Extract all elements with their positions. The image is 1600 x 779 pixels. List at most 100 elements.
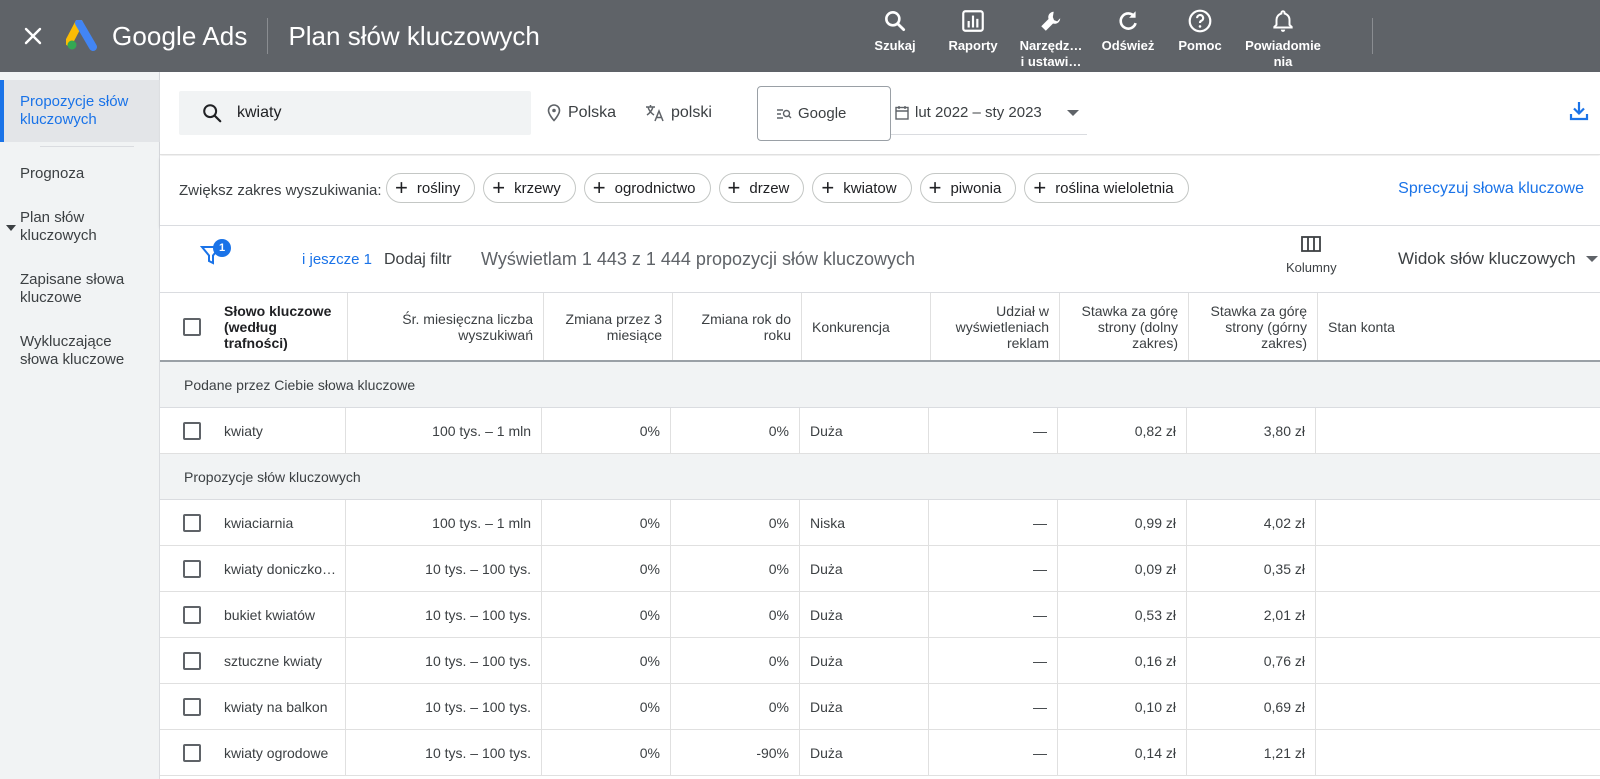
select-all-checkbox[interactable]: [183, 317, 201, 336]
keyword-cell[interactable]: kwiaty ogrodowe: [222, 730, 346, 775]
row-checkbox[interactable]: [183, 559, 201, 578]
account-status-cell: [1316, 684, 1580, 729]
reports-button-label: Raporty: [948, 38, 998, 53]
row-checkbox[interactable]: [183, 697, 201, 716]
view-selector[interactable]: Widok słów kluczowych: [1398, 249, 1598, 269]
yoy-change-cell: 0%: [671, 546, 800, 591]
row-select-cell: [160, 730, 222, 775]
notifications-button[interactable]: Powiadomie nia: [1240, 0, 1326, 72]
sidebar-item-label: Prognoza: [20, 165, 85, 182]
sidebar-item-keyword-ideas[interactable]: Propozycje słów kluczowych: [0, 80, 160, 142]
download-icon[interactable]: [1568, 100, 1590, 122]
header-avg-searches[interactable]: Śr. miesięczna liczba wyszukiwań: [348, 293, 544, 360]
tools-button[interactable]: Narzędz… i ustawi…: [1017, 0, 1085, 72]
row-checkbox[interactable]: [183, 421, 201, 440]
broaden-chip[interactable]: + ogrodnictwo: [583, 173, 711, 203]
table-row[interactable]: kwiaty doniczko… 10 tys. – 100 tys. 0% 0% Du…: [160, 546, 1600, 592]
broaden-chips: + rośliny + krzewy + ogrodnictwo + drzew + kw…: [386, 173, 1189, 203]
bid-high-cell: 3,80 zł: [1187, 408, 1316, 453]
language-label: polski: [671, 104, 712, 121]
close-button[interactable]: [0, 0, 66, 72]
view-label: Widok słów kluczowych: [1398, 249, 1576, 268]
keyword-cell[interactable]: kwiaty na balkon: [222, 684, 346, 729]
refine-keywords-link[interactable]: Sprecyzuj słowa kluczowe: [1398, 180, 1584, 198]
notifications-button-label: Powiadomie nia: [1245, 38, 1321, 69]
table-row[interactable]: kwiaciarnia 100 tys. – 1 mln 0% 0% Niska —0,9…: [160, 500, 1600, 546]
columns-button[interactable]: Kolumny: [1286, 236, 1337, 275]
bid-high-cell: 1,21 zł: [1187, 730, 1316, 775]
refresh-button-label: Odśwież: [1101, 38, 1155, 53]
avg-searches-cell: 10 tys. – 100 tys.: [346, 638, 542, 683]
table-row[interactable]: kwiaty na balkon 10 tys. – 100 tys. 0% 0% Du…: [160, 684, 1600, 730]
chip-label: roślina wieloletnia: [1055, 179, 1174, 197]
broaden-chip[interactable]: + krzewy: [483, 173, 576, 203]
header-keyword[interactable]: Słowo kluczowe (według trafności): [222, 293, 348, 360]
table-row[interactable]: kwiaty 100 tys. – 1 mln 0% 0% Duża —0,82 zł 3,…: [160, 408, 1600, 454]
row-checkbox[interactable]: [183, 605, 201, 624]
add-filter-button[interactable]: Dodaj filtr: [384, 251, 452, 269]
columns-icon: [1301, 236, 1322, 252]
keyword-cell[interactable]: sztuczne kwiaty: [222, 638, 346, 683]
header-impression-share[interactable]: Udział w wyświetleniach reklam: [931, 293, 1060, 360]
header-bid-high[interactable]: Stawka za górę strony (górny zakres): [1189, 293, 1318, 360]
sidebar-item-label: Plan słów kluczowych: [20, 209, 97, 244]
header-account-status[interactable]: Stan konta: [1318, 293, 1582, 360]
help-button[interactable]: Pomoc: [1176, 0, 1224, 72]
table-row[interactable]: bukiet kwiatów 10 tys. – 100 tys. 0% 0% Duża…: [160, 592, 1600, 638]
date-range-selector[interactable]: lut 2022 – sty 2023: [891, 91, 1087, 135]
location-label: Polska: [568, 104, 617, 121]
competition-cell: Duża: [800, 684, 929, 729]
competition-cell: Duża: [800, 638, 929, 683]
top-actions: Szukaj Raporty Narzędz… i ustawi… Odświe…: [874, 0, 1326, 72]
keyword-cell[interactable]: kwiaciarnia: [222, 500, 346, 545]
bell-icon: [1273, 10, 1293, 32]
results-summary: Wyświetlam 1 443 z 1 444 propozycji słów…: [481, 249, 916, 269]
table-row[interactable]: kwiaty ogrodowe 10 tys. – 100 tys. 0% -90% D…: [160, 730, 1600, 776]
header-three-month-change[interactable]: Zmiana przez 3 miesiące: [544, 293, 673, 360]
header-competition[interactable]: Konkurencja: [802, 293, 931, 360]
more-filters-link[interactable]: i jeszcze 1: [302, 251, 372, 268]
sidebar-item-saved-keywords[interactable]: Zapisane słowa kluczowe: [0, 271, 130, 307]
broaden-chip[interactable]: + drzew: [718, 173, 805, 203]
chip-label: piwonia: [950, 179, 1002, 197]
table-row[interactable]: sztuczne kwiaty 10 tys. – 100 tys. 0% 0% Duż…: [160, 638, 1600, 684]
broaden-label: Zwiększ zakres wyszukiwania:: [179, 182, 382, 199]
refresh-button[interactable]: Odśwież: [1100, 0, 1156, 72]
search-button[interactable]: Szukaj: [874, 0, 916, 72]
location-selector[interactable]: Polska: [546, 91, 616, 135]
row-checkbox[interactable]: [183, 651, 201, 670]
header-yoy-change[interactable]: Zmiana rok do roku: [673, 293, 802, 360]
bid-low-cell: 0,82 zł: [1058, 408, 1187, 453]
chip-label: rośliny: [416, 179, 461, 197]
group-keyword-ideas: kwiaciarnia 100 tys. – 1 mln 0% 0% Niska —0,9…: [160, 500, 1600, 776]
broaden-chip[interactable]: + rośliny: [386, 173, 476, 203]
avg-searches-cell: 10 tys. – 100 tys.: [346, 546, 542, 591]
broaden-chip[interactable]: + kwiatow: [812, 173, 912, 203]
header-bid-low[interactable]: Stawka za górę strony (dolny zakres): [1060, 293, 1189, 360]
wrench-icon: [1041, 11, 1061, 31]
sidebar-item-keyword-plan[interactable]: Plan słów kluczowych: [0, 209, 120, 245]
broaden-chip[interactable]: + piwonia: [919, 173, 1017, 203]
bid-low-cell: 0,10 zł: [1058, 684, 1187, 729]
bid-high-cell: 0,69 zł: [1187, 684, 1316, 729]
network-selector[interactable]: Google: [757, 86, 891, 141]
competition-cell: Niska: [800, 500, 929, 545]
row-checkbox[interactable]: [183, 513, 201, 532]
keyword-cell[interactable]: bukiet kwiatów: [222, 592, 346, 637]
sidebar-item-forecast[interactable]: Prognoza: [0, 165, 160, 183]
table-header: Słowo kluczowe (według trafności) Śr. mi…: [160, 292, 1600, 362]
impression-share-cell: —: [929, 684, 1058, 729]
keyword-cell[interactable]: kwiaty doniczko…: [222, 546, 346, 591]
bid-high-cell: 4,02 zł: [1187, 500, 1316, 545]
keyword-cell[interactable]: kwiaty: [222, 408, 346, 453]
broaden-chip[interactable]: + roślina wieloletnia: [1024, 173, 1189, 203]
reports-button[interactable]: Raporty: [943, 0, 1003, 72]
help-icon: [1188, 9, 1212, 33]
sidebar-item-negative-keywords[interactable]: Wykluczające słowa kluczowe: [0, 333, 140, 369]
keyword-search-input[interactable]: kwiaty: [179, 91, 531, 135]
row-checkbox[interactable]: [183, 743, 201, 762]
translate-icon: [646, 105, 664, 122]
language-selector[interactable]: polski: [645, 91, 712, 135]
row-select-cell: [160, 546, 222, 591]
google-ads-logo[interactable]: Google Ads: [66, 0, 247, 72]
